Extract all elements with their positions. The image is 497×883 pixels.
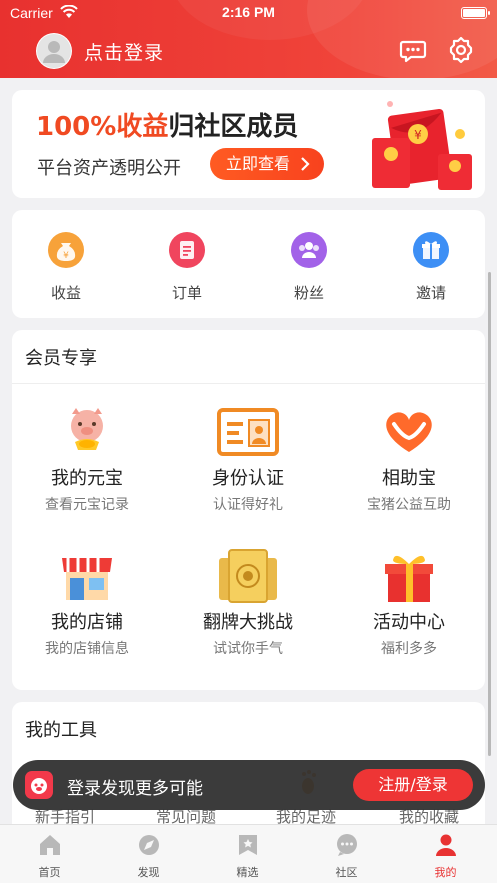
view-now-button[interactable]: 立即查看 [210, 148, 324, 180]
quick-fans[interactable]: 粉丝 [269, 232, 349, 303]
member-my-shop[interactable]: 我的店铺 我的店铺信息 [12, 548, 162, 658]
tab-featured[interactable]: 精选 [198, 825, 297, 883]
tab-home[interactable]: 首页 [0, 825, 99, 883]
svg-text:¥: ¥ [414, 128, 422, 142]
toast-message: 登录发现更多可能 [67, 779, 203, 799]
chat-bubble-icon [336, 834, 357, 856]
message-icon[interactable] [399, 36, 427, 64]
member-activity-center[interactable]: 活动中心 福利多多 [334, 548, 484, 658]
banner-subtitle: 平台资产透明公开 [37, 158, 181, 179]
gift-icon [413, 232, 449, 268]
scrollbar[interactable] [488, 272, 491, 756]
quick-label: 订单 [171, 284, 202, 302]
member-item-desc: 福利多多 [381, 641, 437, 657]
tab-community[interactable]: 社区 [297, 825, 396, 883]
settings-gear-icon[interactable] [447, 36, 475, 64]
member-item-desc: 试试你手气 [213, 641, 283, 657]
avatar[interactable] [36, 33, 72, 69]
shop-icon [52, 548, 122, 604]
member-my-ingots[interactable]: 我的元宝 查看元宝记录 [12, 404, 162, 514]
member-item-desc: 查看元宝记录 [45, 497, 129, 513]
discover-icon [138, 835, 159, 855]
section-title: 会员专享 [25, 348, 97, 369]
member-exclusive-section: 会员专享 我的元宝 查看元宝记录 身份认证 认证得好礼 相助宝 宝猪公益互助 我… [12, 330, 485, 690]
section-divider [12, 383, 485, 384]
promo-banner[interactable]: 100%收益归社区成员 平台资产透明公开 立即查看 ¥ [12, 90, 485, 198]
member-item-desc: 宝猪公益互助 [367, 497, 451, 513]
tab-label: 社区 [335, 866, 358, 879]
money-bag-icon: ¥ [48, 232, 84, 268]
chevron-right-icon [301, 157, 310, 171]
section-title: 我的工具 [25, 720, 97, 741]
banner-headline-rest: 归社区成员 [168, 112, 299, 142]
battery-icon [461, 7, 490, 19]
status-time: 2:16 PM [222, 4, 275, 20]
quick-label: 邀请 [415, 284, 446, 302]
banner-highlight: 100%收益 [36, 112, 169, 142]
svg-text:¥: ¥ [63, 251, 69, 261]
quick-invite[interactable]: 邀请 [391, 232, 471, 303]
member-item-name: 相助宝 [382, 468, 436, 489]
user-silhouette-icon [37, 34, 71, 68]
heart-hands-icon [374, 404, 444, 460]
member-item-name: 身份认证 [212, 468, 284, 489]
tab-discover[interactable]: 发现 [99, 825, 198, 883]
fans-group-icon [291, 232, 327, 268]
register-login-button[interactable]: 注册/登录 [353, 769, 473, 801]
member-card-flip-challenge[interactable]: 翻牌大挑战 试试你手气 [173, 548, 323, 658]
profile-icon [435, 834, 456, 856]
status-bar: Carrier 2:16 PM [0, 0, 497, 26]
bookmark-star-icon [238, 835, 257, 855]
quick-label: 粉丝 [293, 284, 324, 302]
app-logo-icon [25, 771, 53, 799]
red-envelopes-icon: ¥ [372, 101, 472, 190]
view-now-label: 立即查看 [226, 154, 291, 173]
login-prompt-toast: 登录发现更多可能 注册/登录 [13, 760, 485, 810]
member-item-desc: 我的店铺信息 [45, 641, 129, 657]
id-card-icon [213, 404, 283, 460]
pig-ingot-icon [52, 404, 122, 460]
quick-actions: ¥ 收益 订单 粉丝 邀请 [12, 210, 485, 318]
member-item-name: 我的店铺 [51, 612, 123, 633]
member-item-desc: 认证得好礼 [213, 497, 283, 513]
bottom-tab-bar: 首页 发现 精选 社区 我的 [0, 824, 497, 883]
quick-label: 收益 [50, 284, 81, 302]
gold-cards-icon [213, 548, 283, 604]
member-item-name: 活动中心 [373, 612, 445, 633]
member-identity-verify[interactable]: 身份认证 认证得好礼 [173, 404, 323, 514]
home-icon [39, 835, 60, 855]
banner-headline: 100%收益归社区成员 [36, 106, 298, 143]
member-mutual-aid[interactable]: 相助宝 宝猪公益互助 [334, 404, 484, 514]
gift-box-icon [374, 548, 444, 604]
login-link[interactable]: 点击登录 [84, 38, 164, 65]
tab-label: 首页 [38, 866, 61, 879]
order-clipboard-icon [169, 232, 205, 268]
app-header: Carrier 2:16 PM 点击登录 [0, 0, 497, 78]
tab-mine[interactable]: 我的 [396, 825, 495, 883]
quick-earnings[interactable]: ¥ 收益 [26, 232, 106, 303]
member-item-name: 翻牌大挑战 [203, 612, 293, 633]
quick-orders[interactable]: 订单 [147, 232, 227, 303]
tab-label: 我的 [434, 866, 457, 879]
tab-label: 发现 [137, 866, 160, 879]
member-item-name: 我的元宝 [51, 468, 123, 489]
tab-label: 精选 [236, 866, 259, 879]
